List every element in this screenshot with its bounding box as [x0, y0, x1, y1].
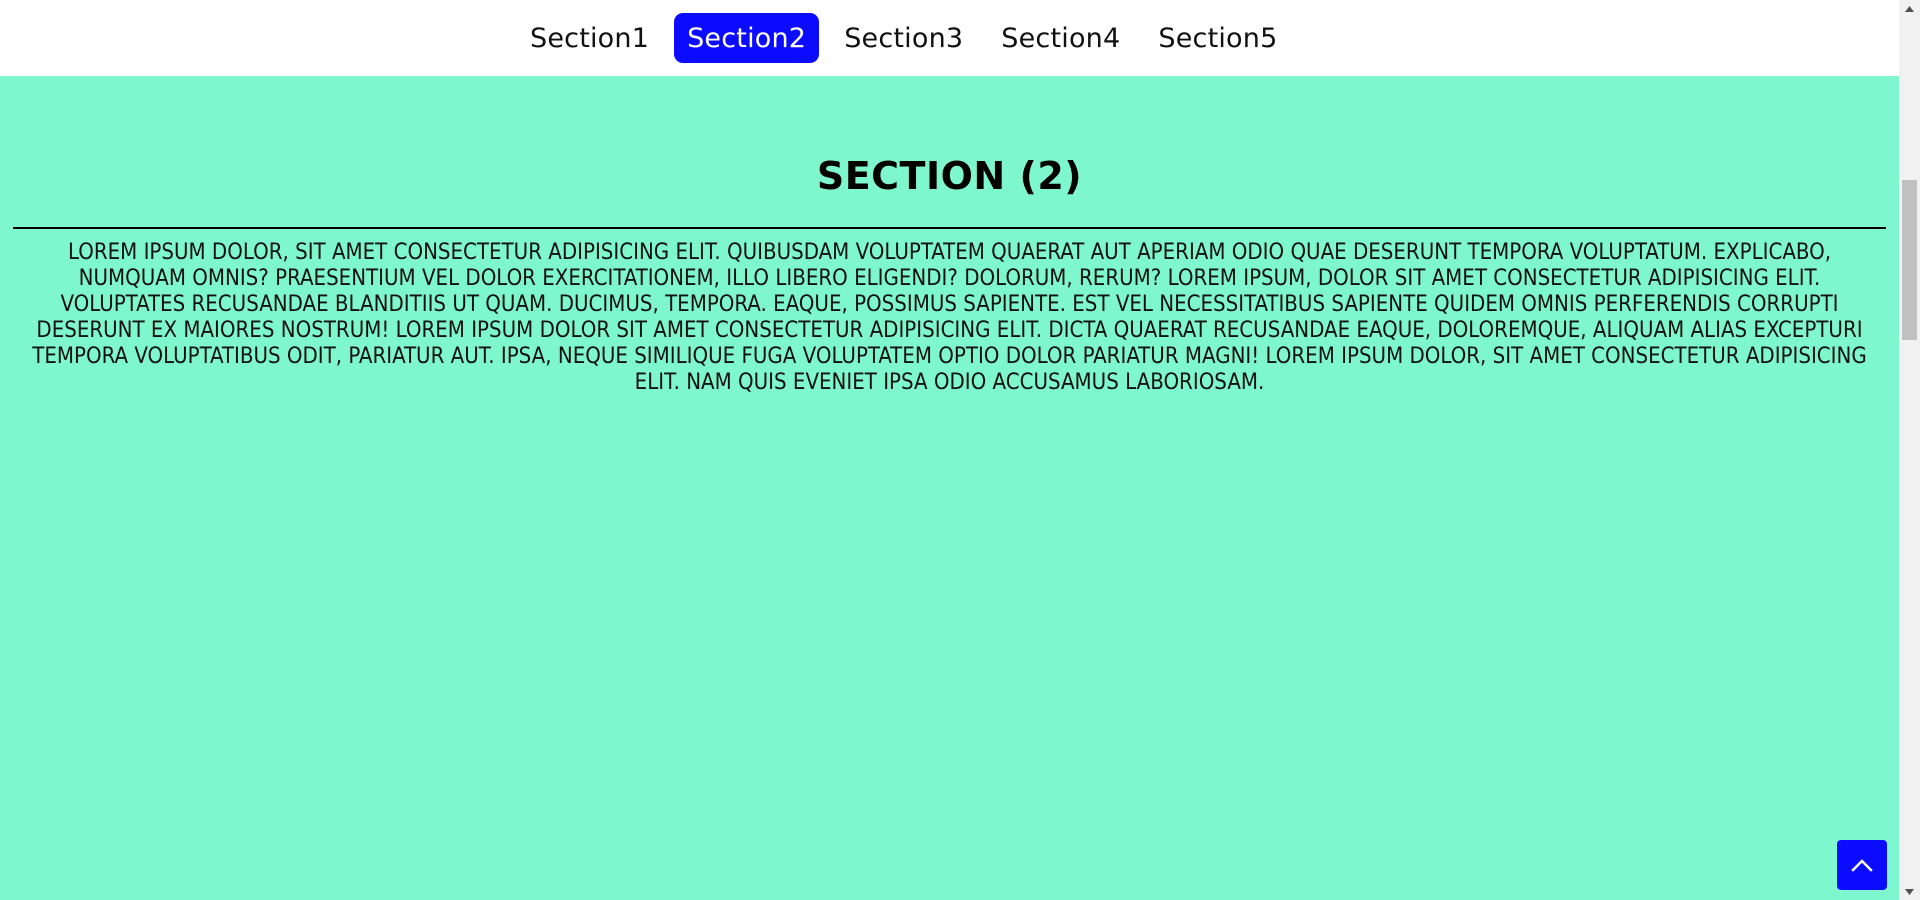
nav-item-section1[interactable]: Section1 — [517, 13, 662, 63]
chevron-up-icon — [1851, 859, 1873, 872]
back-to-top-button[interactable] — [1837, 840, 1887, 890]
scroll-up-button[interactable] — [1899, 0, 1920, 17]
nav-item-section5[interactable]: Section5 — [1145, 13, 1290, 63]
scroll-up-arrow-icon — [1905, 5, 1914, 12]
scroll-down-button[interactable] — [1899, 883, 1920, 900]
nav-list: Section1 Section2 Section3 Section4 Sect… — [517, 13, 1302, 63]
vertical-scrollbar[interactable] — [1899, 0, 1920, 900]
scroll-down-arrow-icon — [1905, 888, 1914, 895]
section-body-text: LOREM IPSUM DOLOR, SIT AMET CONSECTETUR … — [32, 239, 1867, 395]
section-divider — [13, 227, 1886, 229]
nav-item-section4[interactable]: Section4 — [988, 13, 1133, 63]
section-title: SECTION (2) — [816, 154, 1083, 198]
page: Section1 Section2 Section3 Section4 Sect… — [0, 0, 1899, 900]
scrollbar-thumb[interactable] — [1902, 180, 1917, 340]
nav-item-section2[interactable]: Section2 — [674, 13, 820, 63]
navbar: Section1 Section2 Section3 Section4 Sect… — [0, 0, 1899, 76]
nav-item-section3[interactable]: Section3 — [831, 13, 976, 63]
section-2: SECTION (2) LOREM IPSUM DOLOR, SIT AMET … — [0, 76, 1899, 900]
